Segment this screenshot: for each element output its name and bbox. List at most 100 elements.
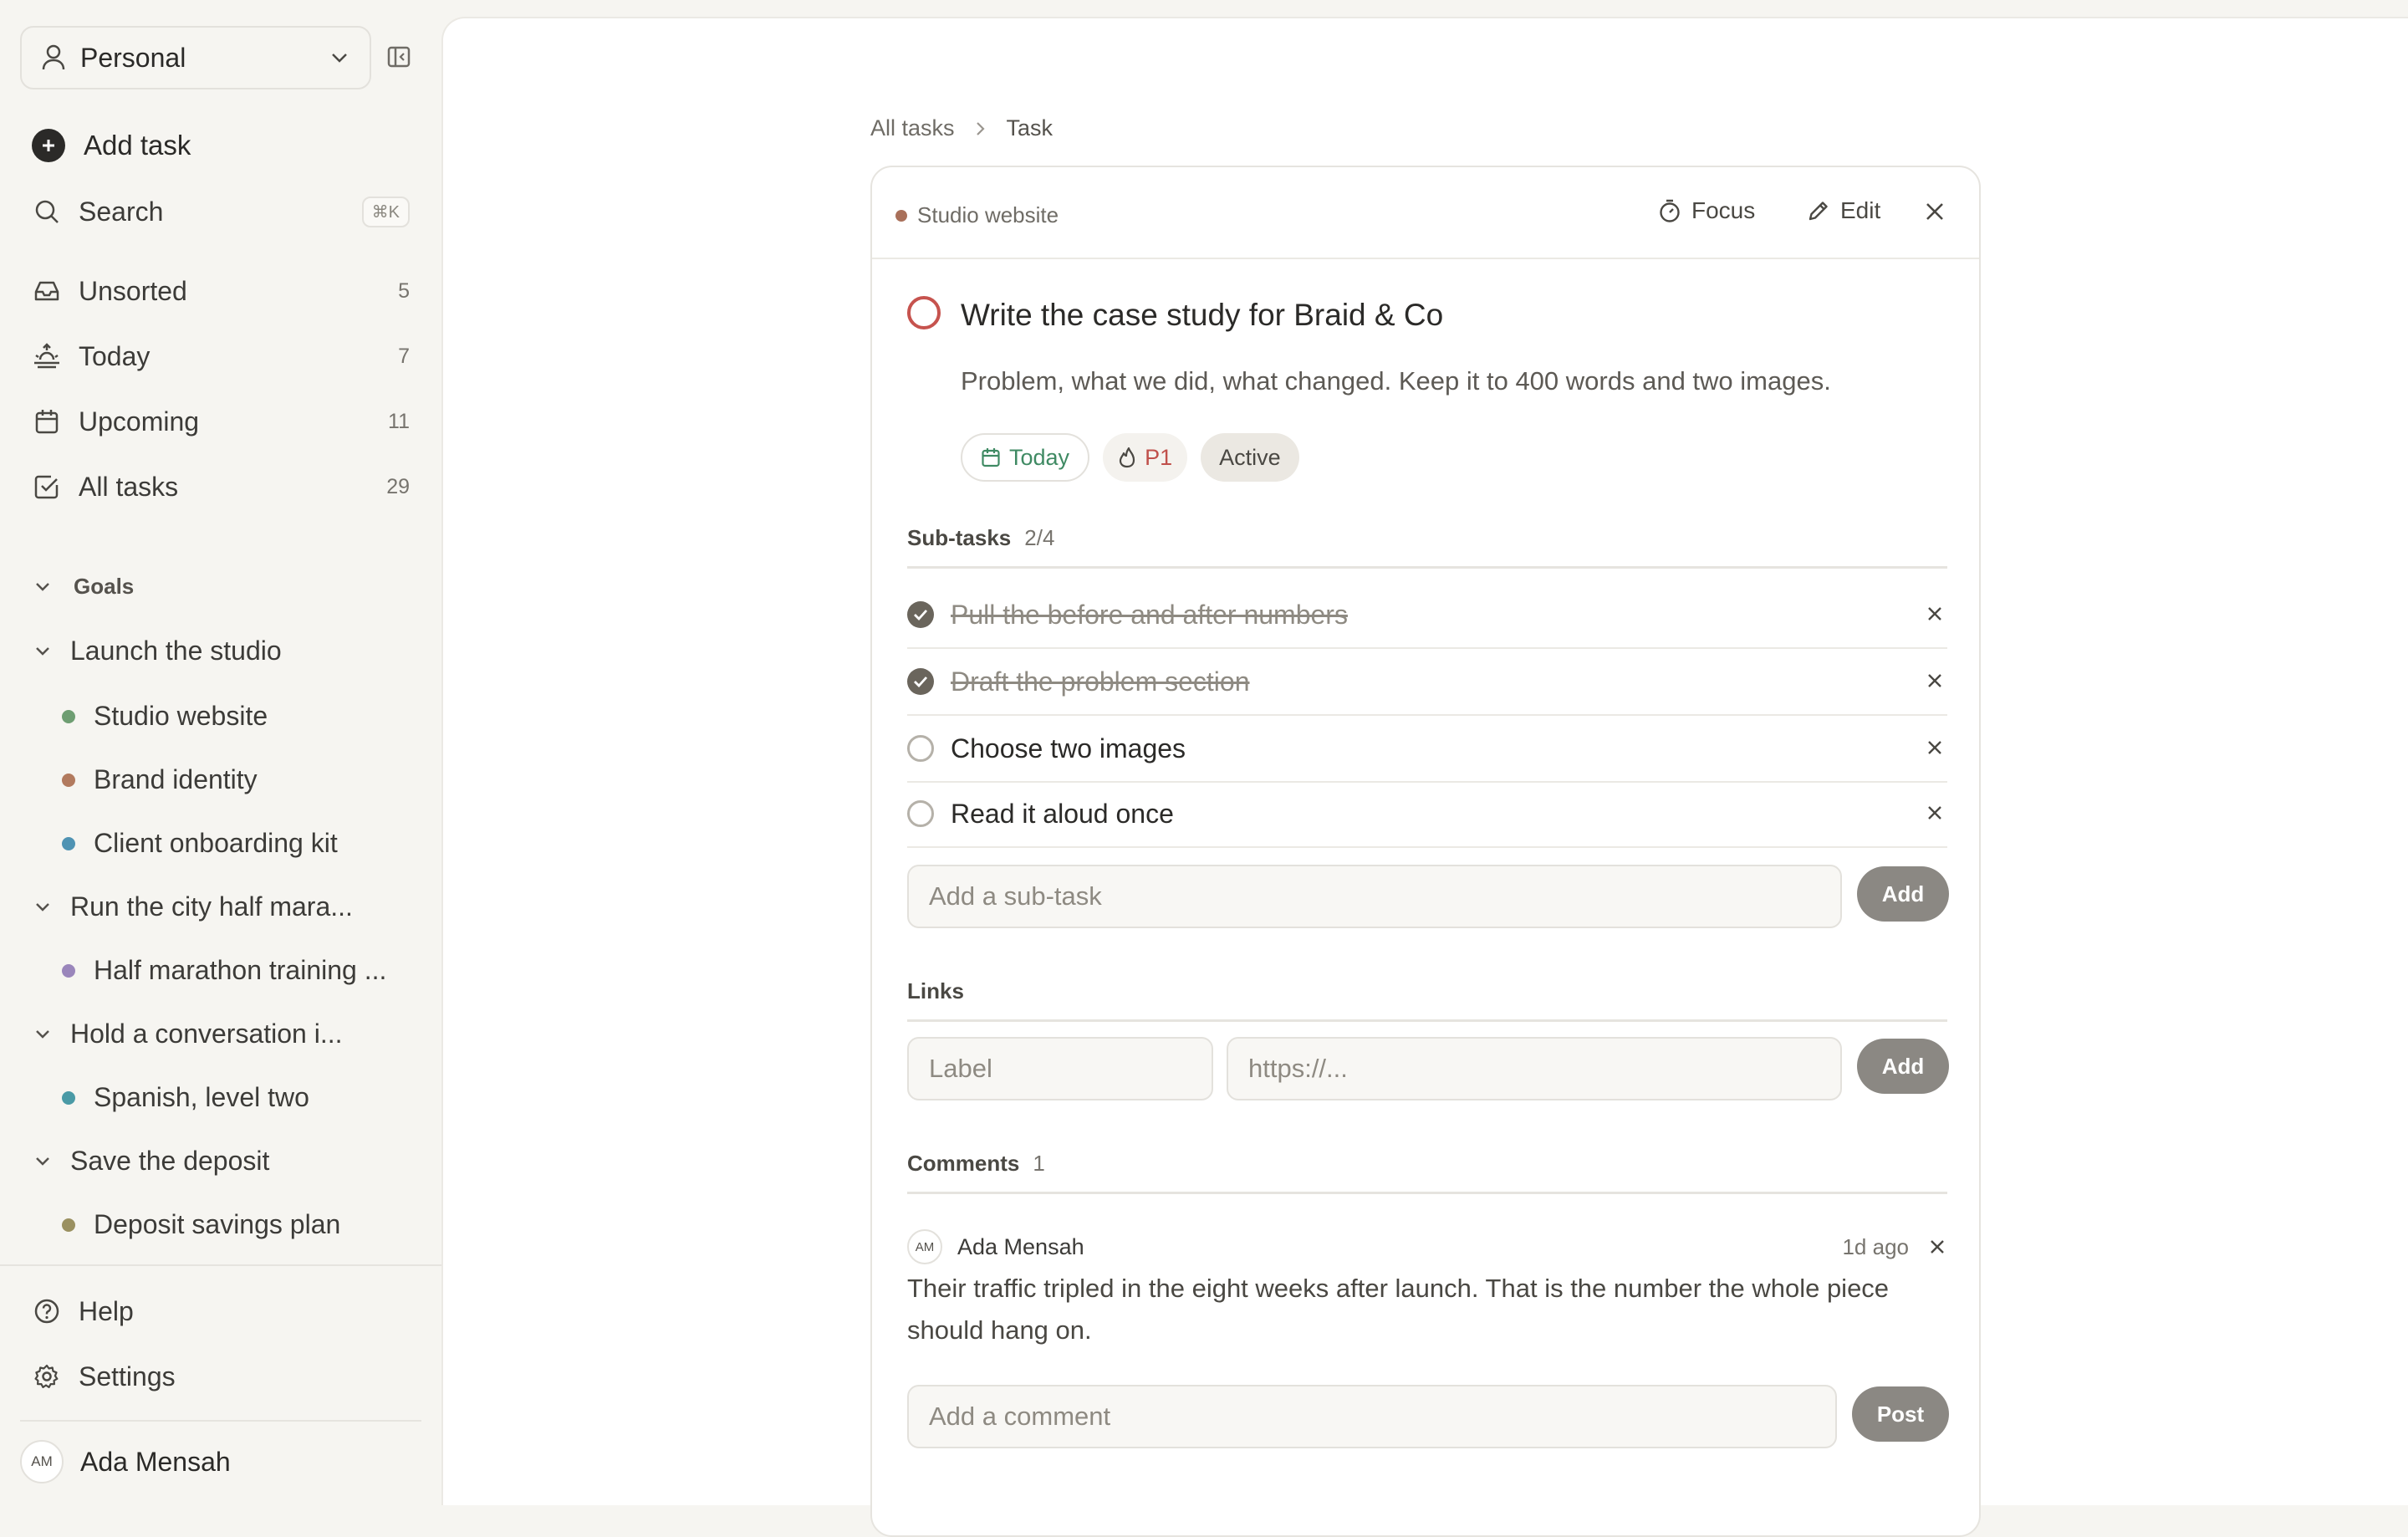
flame-icon	[1118, 447, 1136, 468]
link-label-input[interactable]: Label	[907, 1037, 1213, 1100]
priority-chip[interactable]: P1	[1103, 433, 1188, 482]
search-button[interactable]: Search ⌘K	[32, 191, 410, 232]
links-header: Links	[907, 978, 1947, 1022]
add-task-button[interactable]: Add task	[32, 127, 191, 164]
add-subtask-input[interactable]: Add a sub-task	[907, 865, 1842, 928]
timer-icon	[1658, 198, 1681, 223]
delete-comment-button[interactable]	[1927, 1237, 1947, 1257]
goal-item[interactable]: Launch the studio	[33, 636, 410, 666]
project-tag[interactable]: Studio website	[895, 202, 1059, 228]
gear-icon	[32, 1361, 62, 1391]
chevron-down-icon	[33, 646, 52, 657]
nav-item-unsorted[interactable]: Unsorted 5	[32, 271, 410, 311]
inbox-icon	[32, 276, 62, 306]
project-tag-label: Studio website	[917, 202, 1059, 227]
due-date-chip[interactable]: Today	[961, 433, 1090, 482]
collapse-sidebar-button[interactable]	[386, 44, 415, 73]
chevron-down-icon	[33, 901, 52, 913]
project-item[interactable]: Client onboarding kit	[62, 828, 413, 859]
subtasks-count: 2/4	[1024, 525, 1055, 550]
search-label: Search	[79, 196, 164, 227]
nav-label: All tasks	[79, 471, 179, 502]
subtask-label: Read it aloud once	[951, 798, 1174, 829]
goal-item[interactable]: Run the city half mara...	[33, 891, 410, 922]
task-complete-checkbox[interactable]	[907, 296, 941, 329]
close-button[interactable]	[1924, 201, 1946, 222]
workspace-selector[interactable]: Personal	[20, 26, 371, 89]
comment-text: Their traffic tripled in the eight weeks…	[907, 1274, 1890, 1345]
subtask-row: Read it aloud once	[907, 781, 1947, 848]
subtask-label: Choose two images	[951, 733, 1186, 763]
breadcrumb: All tasks Task	[870, 115, 1053, 141]
chevron-down-icon	[33, 1029, 52, 1040]
settings-button[interactable]: Settings	[32, 1356, 410, 1397]
nav-label: Today	[79, 340, 150, 371]
comments-header: Comments 1	[907, 1151, 1947, 1194]
comments-count: 1	[1033, 1151, 1045, 1176]
chevron-down-icon	[33, 581, 52, 593]
goals-header: Goals	[74, 574, 135, 599]
project-color-dot	[62, 709, 75, 723]
task-card: Studio website Focus Edit Write the case…	[870, 166, 1981, 1537]
goals-section-toggle[interactable]: Goals	[33, 574, 134, 600]
add-link-button[interactable]: Add	[1857, 1039, 1949, 1094]
user-menu[interactable]: AM Ada Mensah	[20, 1440, 231, 1483]
subtask-checkbox[interactable]	[907, 735, 934, 762]
help-button[interactable]: Help	[32, 1291, 410, 1331]
project-item[interactable]: Half marathon training ...	[62, 955, 413, 986]
edit-label: Edit	[1840, 197, 1881, 223]
project-item[interactable]: Spanish, level two	[62, 1082, 413, 1113]
goal-label: Launch the studio	[70, 636, 282, 666]
remove-subtask-button[interactable]	[1924, 670, 1947, 693]
remove-subtask-button[interactable]	[1924, 802, 1947, 825]
nav-item-today[interactable]: Today 7	[32, 336, 410, 376]
focus-button[interactable]: Focus	[1658, 197, 1755, 224]
comments-title: Comments	[907, 1151, 1020, 1176]
nav-item-all-tasks[interactable]: All tasks 29	[32, 467, 410, 507]
subtask-row: Pull the before and after numbers	[907, 582, 1947, 649]
subtasks-header: Sub-tasks 2/4	[907, 525, 1947, 569]
avatar: AM	[20, 1440, 64, 1483]
link-url-input[interactable]: https://...	[1227, 1037, 1842, 1100]
remove-subtask-button[interactable]	[1924, 737, 1947, 760]
project-color-dot	[62, 773, 75, 787]
subtask-checkbox[interactable]	[907, 668, 934, 695]
goal-label: Save the deposit	[70, 1146, 270, 1176]
add-subtask-button[interactable]: Add	[1857, 866, 1949, 922]
subtask-checkbox[interactable]	[907, 800, 934, 827]
remove-subtask-button[interactable]	[1924, 603, 1947, 626]
breadcrumb-all-tasks[interactable]: All tasks	[870, 115, 955, 141]
subtask-label: Draft the problem section	[951, 666, 1250, 697]
project-item[interactable]: Studio website	[62, 701, 413, 732]
post-comment-button[interactable]: Post	[1852, 1386, 1949, 1442]
chevron-down-icon	[329, 51, 349, 64]
nav-item-upcoming[interactable]: Upcoming 11	[32, 401, 410, 442]
add-comment-input[interactable]: Add a comment	[907, 1385, 1837, 1448]
sidebar-divider	[20, 1420, 421, 1422]
sidebar-divider	[0, 1264, 441, 1266]
comment-time: 1d ago	[1842, 1233, 1909, 1259]
goal-item[interactable]: Save the deposit	[33, 1146, 410, 1177]
project-item[interactable]: Deposit savings plan	[62, 1209, 413, 1240]
subtask-label: Pull the before and after numbers	[951, 599, 1348, 630]
status-chip[interactable]: Active	[1201, 433, 1299, 482]
pencil-icon	[1807, 199, 1830, 222]
project-color-dot	[62, 836, 75, 850]
project-label: Brand identity	[94, 764, 258, 794]
avatar: AM	[907, 1229, 942, 1264]
project-item[interactable]: Brand identity	[62, 764, 413, 795]
subtask-checkbox[interactable]	[907, 601, 934, 628]
sidebar-toggle-icon	[386, 44, 415, 69]
workspace-label: Personal	[80, 42, 186, 73]
project-color-dot	[62, 1090, 75, 1105]
subtask-row: Choose two images	[907, 716, 1947, 783]
goal-item[interactable]: Hold a conversation i...	[33, 1019, 410, 1049]
sunrise-icon	[32, 341, 62, 371]
goal-label: Hold a conversation i...	[70, 1019, 343, 1049]
task-meta-chips: Today P1 Active	[961, 433, 1313, 482]
edit-button[interactable]: Edit	[1807, 197, 1880, 224]
project-label: Studio website	[94, 701, 268, 731]
nav-count: 7	[398, 344, 410, 368]
priority-label: P1	[1145, 444, 1173, 470]
plus-icon	[32, 129, 65, 162]
